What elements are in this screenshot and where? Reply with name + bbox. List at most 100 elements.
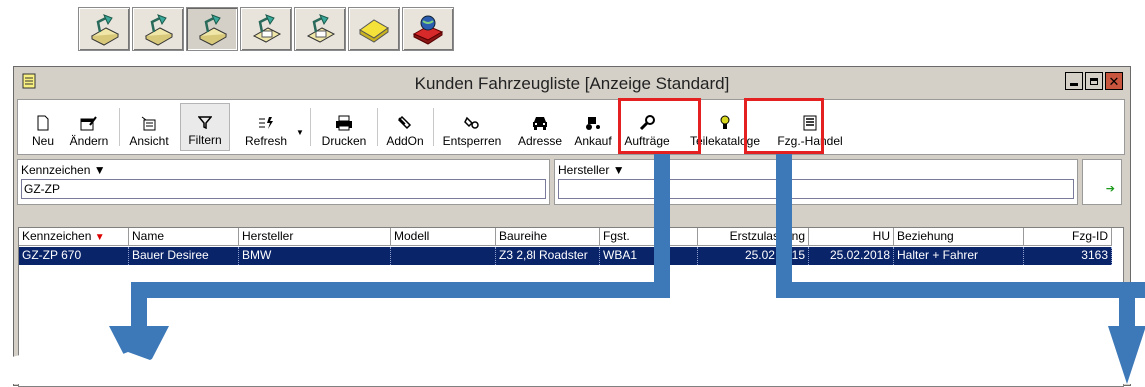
minimize-button[interactable] bbox=[1065, 72, 1083, 90]
column-header-hu[interactable]: HU bbox=[809, 228, 894, 246]
refresh-list-icon bbox=[259, 117, 273, 129]
new-button-label: Neu bbox=[31, 134, 54, 148]
table-row[interactable]: GZ-ZP 670 Bauer Desiree BMW Z3 2,8l Road… bbox=[19, 247, 1112, 265]
grid-header-row: Kennzeichen ▼ Name Hersteller Modell Bau… bbox=[19, 228, 1112, 246]
new-button[interactable]: Neu bbox=[26, 103, 60, 151]
refresh-dropdown-icon[interactable]: ▼ bbox=[296, 128, 304, 137]
license-plate-input[interactable]: GZ-ZP bbox=[21, 179, 546, 199]
address-button-label: Adresse bbox=[517, 134, 563, 148]
print-button-label: Drucken bbox=[321, 134, 367, 148]
launcher-button-6[interactable] bbox=[348, 7, 400, 51]
desk-lamp-app-icon bbox=[198, 14, 228, 46]
adresse-highlight-box bbox=[618, 98, 701, 154]
dropdown-arrow-icon: ▼ bbox=[93, 163, 106, 177]
cell-fzg-id: 3163 bbox=[1024, 247, 1112, 265]
column-header-name[interactable]: Name bbox=[129, 228, 239, 246]
view-button[interactable]: Ansicht bbox=[122, 103, 176, 151]
refresh-button-label: Refresh bbox=[244, 134, 288, 148]
column-header-label: Kennzeichen bbox=[22, 229, 92, 243]
cell-modell bbox=[391, 247, 496, 265]
annotation-arrow-shaft bbox=[131, 282, 670, 298]
addon-button[interactable]: AddOn bbox=[381, 103, 429, 151]
cell-erstzulassung: 25.02.2015 bbox=[698, 247, 809, 265]
launcher-button-5[interactable] bbox=[294, 7, 346, 51]
car-front-icon bbox=[533, 117, 547, 130]
addon-button-label: AddOn bbox=[386, 134, 424, 148]
license-plate-filter-label: Kennzeichen bbox=[21, 163, 91, 177]
apply-filter-arrow-icon[interactable]: ➔ bbox=[1106, 182, 1115, 195]
launcher-button-3[interactable] bbox=[186, 7, 238, 51]
column-header-baureihe[interactable]: Baureihe bbox=[496, 228, 600, 246]
maximize-icon bbox=[1090, 77, 1098, 85]
unlock-button[interactable]: Entsperren bbox=[438, 103, 506, 151]
arrow-down-icon bbox=[1108, 326, 1145, 384]
edit-button[interactable]: Ändern bbox=[64, 103, 114, 151]
print-button[interactable]: Drucken bbox=[315, 103, 373, 151]
globe-red-book-icon bbox=[412, 15, 444, 45]
launcher-button-4[interactable] bbox=[240, 7, 292, 51]
license-plate-filter-header[interactable]: Kennzeichen ▼ bbox=[21, 163, 106, 177]
address-button[interactable]: Adresse bbox=[511, 103, 569, 151]
window-controls: ✕ bbox=[1065, 72, 1123, 90]
toolbar-separator bbox=[377, 108, 378, 146]
cell-baureihe: Z3 2,8l Roadster bbox=[496, 247, 600, 265]
close-button[interactable]: ✕ bbox=[1105, 72, 1123, 90]
ribbon-toolbar: Neu Ändern Ansicht Filtern Refresh ▼ Dru… bbox=[17, 99, 1125, 155]
manufacturer-filter-header[interactable]: Hersteller ▼ bbox=[558, 163, 625, 177]
dropdown-arrow-icon: ▼ bbox=[612, 163, 625, 177]
annotation-arrow-shaft bbox=[776, 282, 1145, 298]
filter-button[interactable]: Filtern bbox=[180, 103, 230, 151]
column-header-modell[interactable]: Modell bbox=[391, 228, 496, 246]
auftraege-highlight-box bbox=[744, 98, 824, 154]
column-header-beziehung[interactable]: Beziehung bbox=[894, 228, 1024, 246]
purchase-button[interactable]: Ankauf bbox=[573, 103, 613, 151]
license-plate-filter: Kennzeichen ▼ GZ-ZP bbox=[17, 159, 550, 205]
cell-beziehung: Halter + Fahrer bbox=[894, 247, 1024, 265]
torn-edge-decoration bbox=[0, 347, 1145, 384]
cell-hu: 25.02.2018 bbox=[809, 247, 894, 265]
purchase-button-label: Ankauf bbox=[574, 134, 612, 148]
edit-window-icon bbox=[80, 116, 97, 131]
filter-button-label: Filtern bbox=[188, 133, 222, 147]
column-header-hersteller[interactable]: Hersteller bbox=[239, 228, 391, 246]
cell-name: Bauer Desiree bbox=[129, 247, 239, 265]
app-launcher-bar bbox=[78, 7, 454, 51]
manufacturer-filter-label: Hersteller bbox=[558, 163, 610, 177]
annotation-arrow-shaft bbox=[654, 154, 670, 296]
window-titlebar: Kunden Fahrzeugliste [Anzeige Standard] … bbox=[14, 67, 1130, 97]
launcher-button-1[interactable] bbox=[78, 7, 130, 51]
sort-descending-icon: ▼ bbox=[94, 232, 105, 243]
maximize-button[interactable] bbox=[1085, 72, 1103, 90]
cell-kennzeichen: GZ-ZP 670 bbox=[19, 247, 129, 265]
apply-filter-panel: ➔ bbox=[1082, 159, 1122, 205]
launcher-button-7[interactable] bbox=[402, 7, 454, 51]
launcher-button-2[interactable] bbox=[132, 7, 184, 51]
toolbar-separator bbox=[310, 108, 311, 146]
edit-button-label: Ändern bbox=[69, 134, 109, 148]
yellow-eraser-icon bbox=[359, 19, 389, 43]
window-title: Kunden Fahrzeugliste [Anzeige Standard] bbox=[414, 74, 730, 93]
cell-hersteller: BMW bbox=[239, 247, 391, 265]
unlock-button-label: Entsperren bbox=[442, 134, 502, 148]
unlock-tool-icon bbox=[464, 116, 479, 129]
desk-lamp-app-icon bbox=[144, 14, 174, 46]
new-document-icon bbox=[37, 115, 49, 131]
cell-fgst: WBA1 bbox=[600, 247, 698, 265]
close-icon: ✕ bbox=[1108, 73, 1120, 89]
toolbar-separator bbox=[433, 108, 434, 146]
refresh-button[interactable]: Refresh bbox=[238, 103, 294, 151]
column-header-erstzulassung[interactable]: Erstzulassung bbox=[698, 228, 809, 246]
puzzle-plug-icon bbox=[397, 115, 412, 130]
desk-lamp-app-icon bbox=[90, 14, 120, 46]
manufacturer-input[interactable] bbox=[558, 179, 1074, 199]
funnel-icon bbox=[198, 116, 212, 129]
column-header-kennzeichen[interactable]: Kennzeichen ▼ bbox=[19, 228, 129, 246]
column-header-fgst[interactable]: Fgst. bbox=[600, 228, 698, 246]
toolbar-separator bbox=[119, 108, 120, 146]
tractor-icon bbox=[586, 117, 600, 130]
view-button-label: Ansicht bbox=[129, 134, 169, 148]
manufacturer-filter: Hersteller ▼ bbox=[554, 159, 1078, 205]
parts-catalog-icon bbox=[720, 115, 730, 129]
desk-lamp-card-app-icon bbox=[252, 14, 282, 43]
column-header-fzg-id[interactable]: Fzg-ID bbox=[1024, 228, 1112, 246]
